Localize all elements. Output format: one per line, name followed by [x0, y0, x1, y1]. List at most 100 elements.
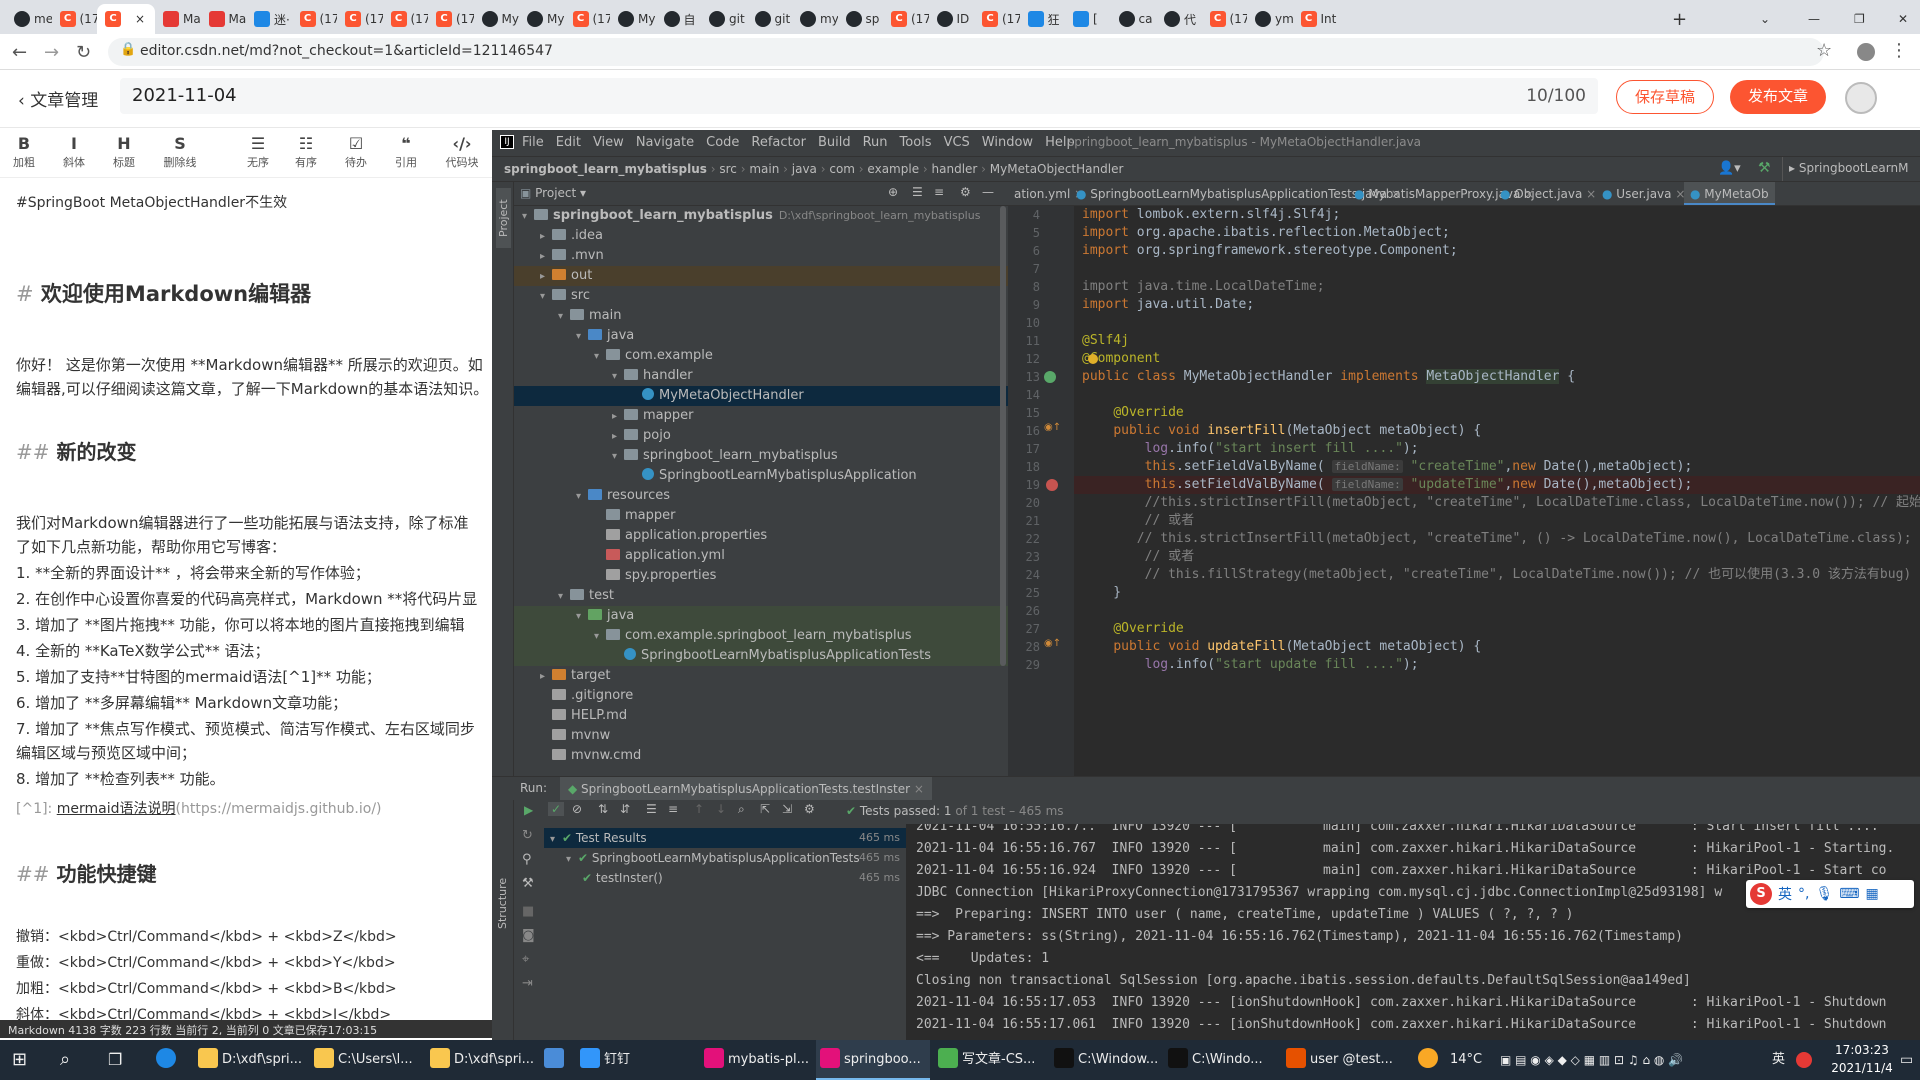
chevron-down-icon[interactable]: ▾ — [558, 587, 570, 607]
chevron-down-icon[interactable]: ▾ — [612, 447, 624, 467]
close-tab-icon[interactable]: × — [1582, 187, 1596, 201]
tree-item[interactable]: ▾ com.example.springboot_learn_mybatisplu… — [514, 626, 1008, 646]
chevron-right-icon[interactable]: ▸ — [612, 407, 624, 427]
prev-failed-icon[interactable]: ↑ — [694, 802, 704, 816]
tree-item[interactable]: .gitignore — [514, 686, 1008, 706]
menu-dots-icon[interactable]: ⋮ — [1890, 40, 1908, 61]
tree-item[interactable]: spy.properties — [514, 566, 1008, 586]
show-ignored-icon[interactable]: ⊘ — [572, 802, 582, 816]
publish-button[interactable]: 发布文章 — [1730, 80, 1826, 114]
build-hammer-icon[interactable]: ⚒ — [1758, 160, 1771, 176]
tray-icons[interactable]: ▣ ▤ ◉ ◈ ◆ ◇ ▦ ▥ ⊡ ♫ ⌂ ◍ 🔊 — [1500, 1040, 1683, 1080]
browser-tab[interactable]: My — [519, 4, 565, 34]
editor-tab[interactable]: ● Object.java × — [1494, 182, 1602, 205]
rerun-icon[interactable]: ▶ — [524, 803, 533, 817]
taskbar-item[interactable]: mybatis-pl... — [700, 1040, 812, 1080]
browser-tab[interactable]: 代 — [1156, 4, 1202, 34]
browser-tab[interactable]: C (17 — [337, 4, 383, 34]
edge-icon[interactable] — [156, 1040, 180, 1080]
tree-item[interactable]: ▾ test — [514, 586, 1008, 606]
browser-tab[interactable]: My — [474, 4, 520, 34]
tree-item[interactable]: HELP.md — [514, 706, 1008, 726]
toolbar-button[interactable]: B 加粗 — [4, 134, 44, 170]
chevron-down-icon[interactable]: ▾ — [612, 367, 624, 387]
tree-item[interactable]: ▾ src — [514, 286, 1008, 306]
chevron-down-icon[interactable]: ▾ — [550, 830, 562, 850]
chevron-down-icon[interactable]: ▾ — [594, 347, 606, 367]
breadcrumb-item[interactable]: main — [749, 162, 779, 176]
bookmark-star-icon[interactable]: ☆ — [1816, 40, 1832, 61]
browser-tab[interactable]: C (17 — [565, 4, 610, 34]
taskbar-item[interactable]: user @test... — [1282, 1040, 1408, 1080]
browser-tab[interactable]: git — [747, 4, 793, 34]
tree-item[interactable]: ▾ main — [514, 306, 1008, 326]
browser-tab[interactable]: 狂 — [1020, 4, 1066, 34]
tree-item[interactable]: ▸ mapper — [514, 406, 1008, 426]
run-config-selector[interactable]: ▸ SpringbootLearnM — [1782, 157, 1914, 181]
ime-toolbar[interactable]: S 英 °, 🎙 ⌨ ▦ — [1746, 880, 1914, 908]
tree-item[interactable]: application.properties — [514, 526, 1008, 546]
pin-icon[interactable]: ⌖ — [522, 952, 529, 967]
toolbar-button[interactable]: ☰ 无序 — [238, 134, 278, 170]
browser-tab[interactable]: My — [610, 4, 656, 34]
browser-tab[interactable]: C (17 — [974, 4, 1020, 34]
chevron-right-icon[interactable]: ▸ — [540, 667, 552, 687]
override-gutter-icon[interactable]: ◉↑ — [1044, 422, 1061, 433]
taskbar-item[interactable]: C:\Window... — [1050, 1040, 1160, 1080]
chevron-right-icon[interactable]: ▸ — [540, 267, 552, 287]
ime-tray-icon[interactable] — [1796, 1040, 1816, 1080]
tree-item[interactable]: ▾ springboot_learn_mybatisplus D:\xdf\spri… — [514, 206, 1008, 226]
browser-tab[interactable]: C (17 — [883, 4, 929, 34]
breadcrumb-item[interactable]: MyMetaObjectHandler — [990, 162, 1124, 176]
tree-item[interactable]: MyMetaObjectHandler — [514, 386, 1008, 406]
taskbar-item[interactable]: C:\Windo... — [1164, 1040, 1276, 1080]
browser-tab[interactable]: C (17 — [428, 4, 474, 34]
tree-item[interactable]: mvnw.cmd — [514, 746, 1008, 766]
tree-item[interactable]: ▾ java — [514, 606, 1008, 626]
tree-item[interactable]: ▸ pojo — [514, 426, 1008, 446]
collapse-all-icon[interactable]: ≡ — [934, 185, 944, 199]
punct-icon[interactable]: °, — [1798, 886, 1809, 902]
browser-tab[interactable]: ca — [1111, 4, 1157, 34]
toolbar-button[interactable]: I 斜体 — [54, 134, 94, 170]
url-input[interactable]: 🔒 editor.csdn.net/md?not_checkout=1&arti… — [108, 38, 1824, 66]
browser-tab[interactable]: Ma — [155, 4, 201, 34]
hide-panel-icon[interactable]: — — [982, 185, 994, 199]
tree-item[interactable]: mvnw — [514, 726, 1008, 746]
expand-all-icon[interactable]: ☰ — [912, 185, 923, 199]
tree-item[interactable]: ▸ .mvn — [514, 246, 1008, 266]
menu-code[interactable]: Code — [706, 135, 739, 150]
menu-view[interactable]: View — [593, 135, 624, 150]
weather-icon[interactable] — [1418, 1040, 1442, 1080]
menu-edit[interactable]: Edit — [556, 135, 581, 150]
chevron-down-icon[interactable]: ▾ — [576, 607, 588, 627]
toolbar-button[interactable]: ☑ 待办 — [336, 134, 376, 170]
new-tab-button[interactable]: + — [1664, 4, 1687, 34]
override-gutter-icon[interactable]: ◉↑ — [1044, 638, 1061, 649]
toolbar-button[interactable]: H 标题 — [104, 134, 144, 170]
camera-icon[interactable]: ◙ — [522, 928, 535, 943]
wrench-icon[interactable]: ⚒ — [522, 876, 534, 891]
editor-tab[interactable]: ● MyMetaOb — [1684, 182, 1775, 205]
taskbar-item[interactable] — [540, 1040, 570, 1080]
project-scrollbar[interactable] — [1000, 206, 1006, 666]
rerun-side-icon[interactable]: ↻ — [522, 828, 533, 843]
taskbar-item[interactable]: D:\xdf\spri... — [194, 1040, 306, 1080]
user-icon[interactable]: 👤▾ — [1718, 161, 1741, 176]
notification-icon[interactable]: ▭ — [1900, 1040, 1913, 1080]
tree-item[interactable]: ▾ java — [514, 326, 1008, 346]
mic-icon[interactable]: 🎙 — [1815, 886, 1833, 902]
article-manage-link[interactable]: ‹ 文章管理 — [18, 86, 98, 111]
exit-icon[interactable]: ⇥ — [522, 976, 533, 991]
test-tree-item[interactable]: ✔ testInster() 465 ms — [544, 868, 906, 888]
chevron-right-icon[interactable]: ▸ — [612, 427, 624, 447]
browser-tab[interactable]: C (17 — [383, 4, 428, 34]
chevron-down-icon[interactable]: ▾ — [594, 627, 606, 647]
restore-icon[interactable]: ❐ — [1846, 4, 1865, 34]
tree-item[interactable]: ▾ handler — [514, 366, 1008, 386]
taskbar-item[interactable]: springboo... — [816, 1040, 930, 1080]
browser-tab[interactable]: 迷· — [246, 4, 292, 34]
tree-item[interactable]: ▾ com.example — [514, 346, 1008, 366]
browser-tab[interactable]: git — [701, 4, 747, 34]
structure-tool-tab[interactable]: Structure — [496, 872, 509, 934]
